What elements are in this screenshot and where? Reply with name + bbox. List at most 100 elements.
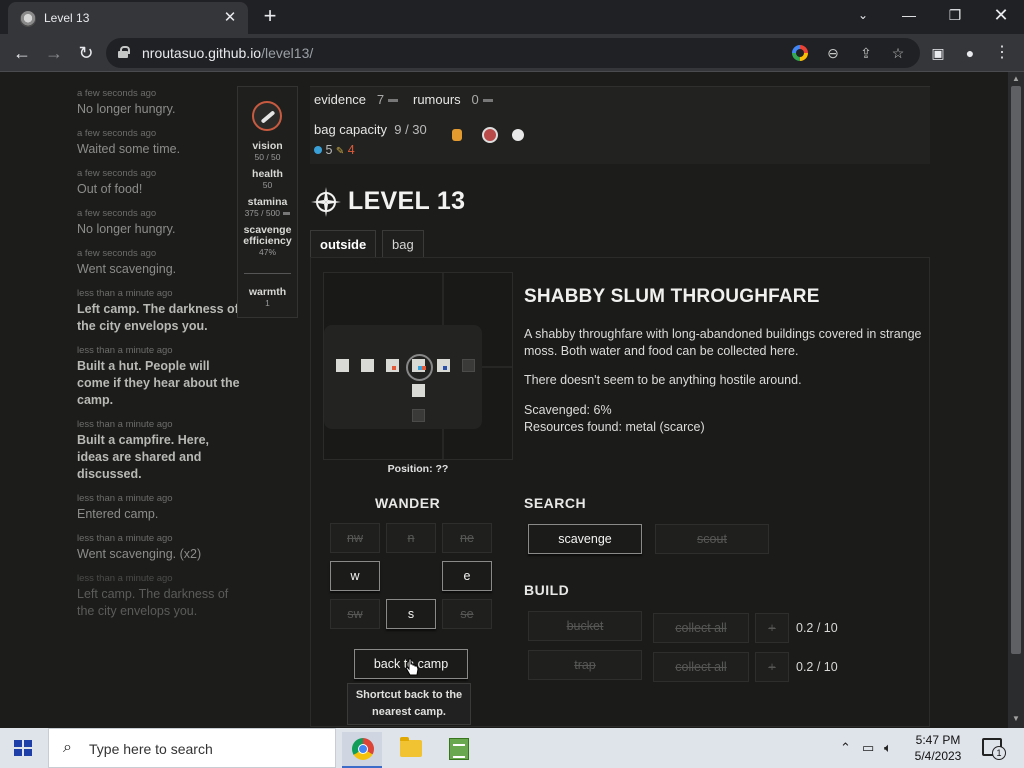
move-se-button[interactable]: se xyxy=(442,599,492,629)
taskbar-chrome[interactable] xyxy=(342,732,382,768)
move-e-button[interactable]: e xyxy=(442,561,492,591)
stat-value: 1 xyxy=(265,298,270,308)
scavenge-button[interactable]: scavenge xyxy=(528,524,642,554)
build-trap-button[interactable]: trap xyxy=(528,650,642,680)
zoom-icon[interactable]: ⊖ xyxy=(823,43,843,63)
window-close-icon[interactable]: ✕ xyxy=(978,0,1024,30)
side-panel-icon[interactable]: ▣ xyxy=(928,43,948,63)
new-tab-icon[interactable]: + xyxy=(258,5,282,29)
move-sw-button[interactable]: sw xyxy=(330,599,380,629)
log-time: less than a minute ago xyxy=(77,533,173,544)
stat-value: 50 / 50 xyxy=(254,152,281,162)
map-sector xyxy=(336,359,349,372)
url-host: nroutasuo.github.io xyxy=(142,45,262,61)
map-marker-blue xyxy=(443,366,447,370)
map-position-label: Position: ?? xyxy=(387,463,449,475)
move-nw-button[interactable]: nw xyxy=(330,523,380,553)
log-entry: less than a minute ago Built a campfire. … xyxy=(77,419,242,483)
build-bucket-button[interactable]: bucket xyxy=(528,611,642,641)
log-entry: less than a minute ago Went scavenging. (… xyxy=(77,533,242,563)
item-ball-icon[interactable] xyxy=(512,129,524,141)
log-text: Built a hut. People will come if they he… xyxy=(77,359,240,407)
taskbar-file-explorer[interactable] xyxy=(390,732,430,768)
browser-menu-icon[interactable]: ⋮ xyxy=(992,43,1012,63)
scavenged-percent: Scavenged: 6% xyxy=(524,403,612,417)
restore-icon[interactable]: ❐ xyxy=(932,0,978,30)
scout-button[interactable]: scout xyxy=(655,524,769,554)
browser-toolbar: ← → ↻ nroutasuo.github.io/level13/ ⊖ ⇪ ☆… xyxy=(0,34,1024,72)
stat-value: 47% xyxy=(258,247,276,257)
collect-trap-button[interactable]: collect all xyxy=(653,652,749,682)
map-marker-red xyxy=(422,366,426,370)
minimize-icon[interactable]: — xyxy=(886,0,932,30)
stat-vision: vision 50 / 50 xyxy=(238,141,297,163)
add-bucket-button[interactable]: + xyxy=(755,613,789,643)
address-bar[interactable]: nroutasuo.github.io/level13/ ⊖ ⇪ ☆ xyxy=(106,38,920,68)
log-time: less than a minute ago xyxy=(77,288,173,299)
windows-start-icon[interactable] xyxy=(14,740,32,756)
compass-icon xyxy=(311,187,341,217)
move-w-button[interactable]: w xyxy=(330,561,380,591)
site-favicon-icon xyxy=(20,11,36,27)
log-time: a few seconds ago xyxy=(77,168,157,179)
stat-label: vision xyxy=(252,140,283,152)
taskbar-clock[interactable]: 5:47 PM 5/4/2023 xyxy=(908,732,968,764)
log-time: a few seconds ago xyxy=(77,128,157,139)
location-description: A shabby throughfare with long-abandoned… xyxy=(524,327,922,358)
collect-bucket-button[interactable]: collect all xyxy=(653,613,749,643)
item-lantern-icon[interactable] xyxy=(452,129,462,141)
location-info: SHABBY SLUM THROUGHFARE A shabby through… xyxy=(524,286,924,436)
move-s-button[interactable]: s xyxy=(386,599,436,629)
log-entry: a few seconds ago No longer hungry. xyxy=(77,88,242,118)
search-heading: SEARCH xyxy=(524,495,587,511)
bandage-icon[interactable] xyxy=(252,101,282,131)
forward-arrow-icon[interactable]: → xyxy=(40,39,68,67)
profile-icon[interactable]: ● xyxy=(960,43,980,63)
taskbar-notepad[interactable] xyxy=(438,732,478,768)
tab-outside[interactable]: outside xyxy=(310,230,377,258)
taskbar-search[interactable]: ⌕ Type here to search xyxy=(48,728,336,768)
water-icon xyxy=(314,146,322,154)
add-trap-button[interactable]: + xyxy=(755,652,789,682)
stat-label: scavenge efficiency xyxy=(243,224,292,247)
move-n-button[interactable]: n xyxy=(386,523,436,553)
page-scrollbar[interactable]: ▲ ▼ xyxy=(1008,72,1024,728)
minimap[interactable] xyxy=(323,272,513,460)
lock-icon[interactable] xyxy=(118,46,130,58)
reload-icon[interactable]: ↻ xyxy=(72,39,100,67)
location-title: SHABBY SLUM THROUGHFARE xyxy=(524,286,820,307)
google-lens-icon[interactable] xyxy=(792,45,808,61)
log-text: No longer hungry. xyxy=(77,102,176,116)
item-shirt-icon[interactable] xyxy=(482,127,498,143)
log-time: a few seconds ago xyxy=(77,88,157,99)
rumours-value: 0 xyxy=(471,92,479,107)
scrollbar-thumb[interactable] xyxy=(1011,86,1021,654)
show-hidden-icons-icon[interactable]: ⌃ xyxy=(840,740,851,756)
game-page: a few seconds ago No longer hungry. a few… xyxy=(0,72,1008,728)
scroll-up-icon[interactable]: ▲ xyxy=(1011,74,1021,84)
tab-bag[interactable]: bag xyxy=(382,230,424,258)
folder-icon xyxy=(400,737,422,757)
tab-search-icon[interactable]: ⌄ xyxy=(840,0,886,30)
status-divider xyxy=(244,273,291,274)
log-text: No longer hungry. xyxy=(77,222,176,236)
share-icon[interactable]: ⇪ xyxy=(856,43,876,63)
back-arrow-icon[interactable]: ← xyxy=(8,39,36,67)
move-ne-button[interactable]: ne xyxy=(442,523,492,553)
tab-close-icon[interactable]: ✕ xyxy=(220,8,240,28)
browser-tab[interactable]: Level 13 ✕ xyxy=(8,2,248,34)
water-value: 5 xyxy=(325,143,333,157)
network-icon[interactable]: ▭ xyxy=(862,740,874,756)
bookmark-star-icon[interactable]: ☆ xyxy=(888,43,908,63)
bucket-amount: 0.2 / 10 xyxy=(796,621,838,635)
evidence-value: 7 xyxy=(376,92,385,107)
trap-amount: 0.2 / 10 xyxy=(796,660,838,674)
scavenge-info: Scavenged: 6% Resources found: metal (sc… xyxy=(524,402,924,436)
scroll-down-icon[interactable]: ▼ xyxy=(1011,714,1021,724)
chrome-icon xyxy=(352,738,374,760)
rumours-bar xyxy=(482,99,493,103)
stamina-value: 375 / 500 xyxy=(244,208,281,218)
url-text[interactable]: nroutasuo.github.io/level13/ xyxy=(142,45,313,61)
log-text: Left camp. The darkness of the city enve… xyxy=(77,302,239,333)
volume-icon[interactable]: 🔈︎ xyxy=(884,740,892,756)
